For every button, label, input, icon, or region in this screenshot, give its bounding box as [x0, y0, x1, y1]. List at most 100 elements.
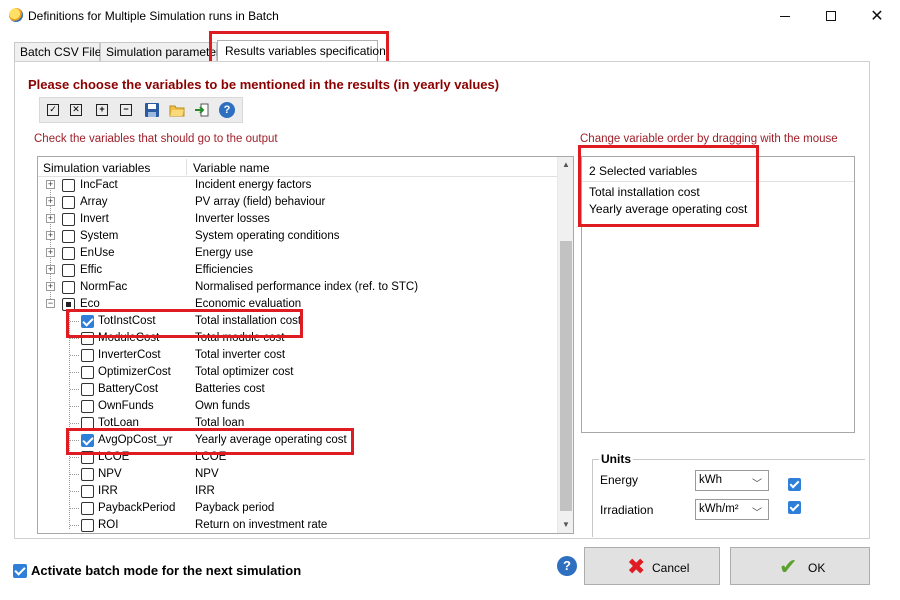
checkbox[interactable]: [81, 519, 94, 532]
tree-row-array[interactable]: + Array PV array (field) behaviour: [38, 194, 558, 211]
selected-variables-list[interactable]: 2 Selected variables Total installation …: [581, 156, 855, 433]
close-button[interactable]: ✕: [854, 0, 900, 32]
uncheck-all-button[interactable]: ✕: [68, 102, 84, 118]
expand-icon[interactable]: +: [46, 180, 55, 189]
tab-results-variables[interactable]: Results variables specification: [217, 40, 386, 62]
checkbox[interactable]: [81, 383, 94, 396]
checkbox-checked[interactable]: [81, 315, 94, 328]
selected-item[interactable]: Yearly average operating cost: [589, 202, 747, 216]
checkbox[interactable]: [81, 468, 94, 481]
tree-row-irr[interactable]: IRR IRR: [38, 483, 558, 500]
expand-icon[interactable]: +: [46, 197, 55, 206]
irradiation-checkbox[interactable]: [788, 501, 801, 514]
tree-row-system[interactable]: + System System operating conditions: [38, 228, 558, 245]
energy-checkbox[interactable]: [788, 478, 801, 491]
batch-mode-checkbox[interactable]: [13, 564, 27, 578]
checkbox[interactable]: [62, 281, 75, 294]
row-name: InverterCost: [98, 349, 161, 361]
checkbox[interactable]: [62, 230, 75, 243]
checkbox-checked[interactable]: [81, 434, 94, 447]
tree-branch: [70, 474, 79, 475]
tab-batch-csv-files[interactable]: Batch CSV Files: [14, 42, 107, 62]
help-button-toolbar[interactable]: ?: [219, 102, 235, 118]
expand-icon[interactable]: +: [46, 282, 55, 291]
scroll-thumb[interactable]: [560, 241, 572, 511]
tree-row-optimizercost[interactable]: OptimizerCost Total optimizer cost: [38, 364, 558, 381]
tree-branch: [70, 423, 79, 424]
checkbox[interactable]: [81, 485, 94, 498]
help-icon[interactable]: ?: [557, 556, 577, 576]
cancel-button[interactable]: ✖ Cancel: [584, 547, 720, 585]
tree-row-ownfunds[interactable]: OwnFunds Own funds: [38, 398, 558, 415]
checkbox[interactable]: [81, 332, 94, 345]
checkbox[interactable]: [62, 179, 75, 192]
tree-row-avgopcost[interactable]: AvgOpCost_yr Yearly average operating cos…: [38, 432, 558, 449]
collapse-icon[interactable]: −: [46, 299, 55, 308]
tree-row-paybackperiod[interactable]: PaybackPeriod Payback period: [38, 500, 558, 517]
collapse-all-button[interactable]: −: [118, 102, 134, 118]
checkbox[interactable]: [62, 213, 75, 226]
checkbox[interactable]: [62, 264, 75, 277]
tree-row-lcoe[interactable]: LCOE LCOE: [38, 449, 558, 466]
scroll-up-icon[interactable]: ▲: [558, 157, 574, 173]
tree-row-modulecost[interactable]: ModuleCost Total module cost: [38, 330, 558, 347]
tree-row-effic[interactable]: + Effic Efficiencies: [38, 262, 558, 279]
maximize-button[interactable]: [808, 0, 854, 32]
batch-mode-label[interactable]: Activate batch mode for the next simulat…: [31, 563, 301, 578]
tree-branch: [70, 389, 79, 390]
save-button[interactable]: [144, 102, 160, 118]
selected-item[interactable]: Total installation cost: [589, 185, 700, 199]
expand-icon[interactable]: +: [46, 248, 55, 257]
tree-row-incfact[interactable]: + IncFact Incident energy factors: [38, 177, 558, 194]
row-desc: LCOE: [195, 451, 227, 463]
expand-all-icon: +: [96, 104, 108, 116]
row-name: Array: [80, 196, 108, 208]
import-button[interactable]: [194, 102, 210, 118]
irradiation-unit-select[interactable]: kWh/m² ﹀: [695, 499, 769, 520]
tree-row-totinstcost[interactable]: TotInstCost Total installation cost: [38, 313, 558, 330]
tree-row-batterycost[interactable]: BatteryCost Batteries cost: [38, 381, 558, 398]
variables-tree[interactable]: Simulation variables Variable name + Inc…: [37, 156, 574, 534]
tree-row-invert[interactable]: + Invert Inverter losses: [38, 211, 558, 228]
checkbox[interactable]: [62, 196, 75, 209]
checkbox[interactable]: [62, 247, 75, 260]
expand-icon[interactable]: +: [46, 265, 55, 274]
checkbox[interactable]: [81, 502, 94, 515]
row-desc: Total loan: [195, 417, 245, 429]
tree-row-totloan[interactable]: TotLoan Total loan: [38, 415, 558, 432]
checkbox[interactable]: [81, 366, 94, 379]
tree-row-enuse[interactable]: + EnUse Energy use: [38, 245, 558, 262]
help-icon: ?: [219, 102, 235, 118]
checkbox-partial[interactable]: [62, 298, 75, 311]
ok-button[interactable]: ✔ OK: [730, 547, 870, 585]
check-all-button[interactable]: ✓: [45, 102, 61, 118]
units-title: Units: [599, 452, 633, 466]
tree-scrollbar[interactable]: ▲ ▼: [557, 157, 573, 533]
checkbox[interactable]: [81, 349, 94, 362]
minimize-button[interactable]: [762, 0, 808, 32]
tree-row-npv[interactable]: NPV NPV: [38, 466, 558, 483]
row-desc: Batteries cost: [195, 383, 265, 395]
tab-simulation-parameter[interactable]: Simulation parameter: [100, 42, 220, 62]
expand-all-button[interactable]: +: [94, 102, 110, 118]
energy-unit-select[interactable]: kWh ﹀: [695, 470, 769, 491]
column-header-name[interactable]: Variable name: [193, 161, 270, 175]
expand-icon[interactable]: +: [46, 231, 55, 240]
open-folder-button[interactable]: [169, 102, 185, 118]
cancel-label: Cancel: [652, 561, 690, 575]
row-name: OptimizerCost: [98, 366, 171, 378]
expand-icon[interactable]: +: [46, 214, 55, 223]
tree-row-invertercost[interactable]: InverterCost Total inverter cost: [38, 347, 558, 364]
checkbox[interactable]: [81, 451, 94, 464]
checkbox[interactable]: [81, 400, 94, 413]
scroll-down-icon[interactable]: ▼: [558, 517, 574, 533]
title-bar: Definitions for Multiple Simulation runs…: [0, 0, 900, 32]
column-header-variables[interactable]: Simulation variables: [43, 161, 150, 175]
hint-left: Check the variables that should go to th…: [34, 133, 278, 145]
tree-row-roi[interactable]: ROI Return on investment rate: [38, 517, 558, 533]
tree-row-normfac[interactable]: + NormFac Normalised performance index (…: [38, 279, 558, 296]
row-desc: Inverter losses: [195, 213, 270, 225]
tree-row-eco[interactable]: − Eco Economic evaluation: [38, 296, 558, 313]
tree-branch: [70, 321, 79, 322]
checkbox[interactable]: [81, 417, 94, 430]
